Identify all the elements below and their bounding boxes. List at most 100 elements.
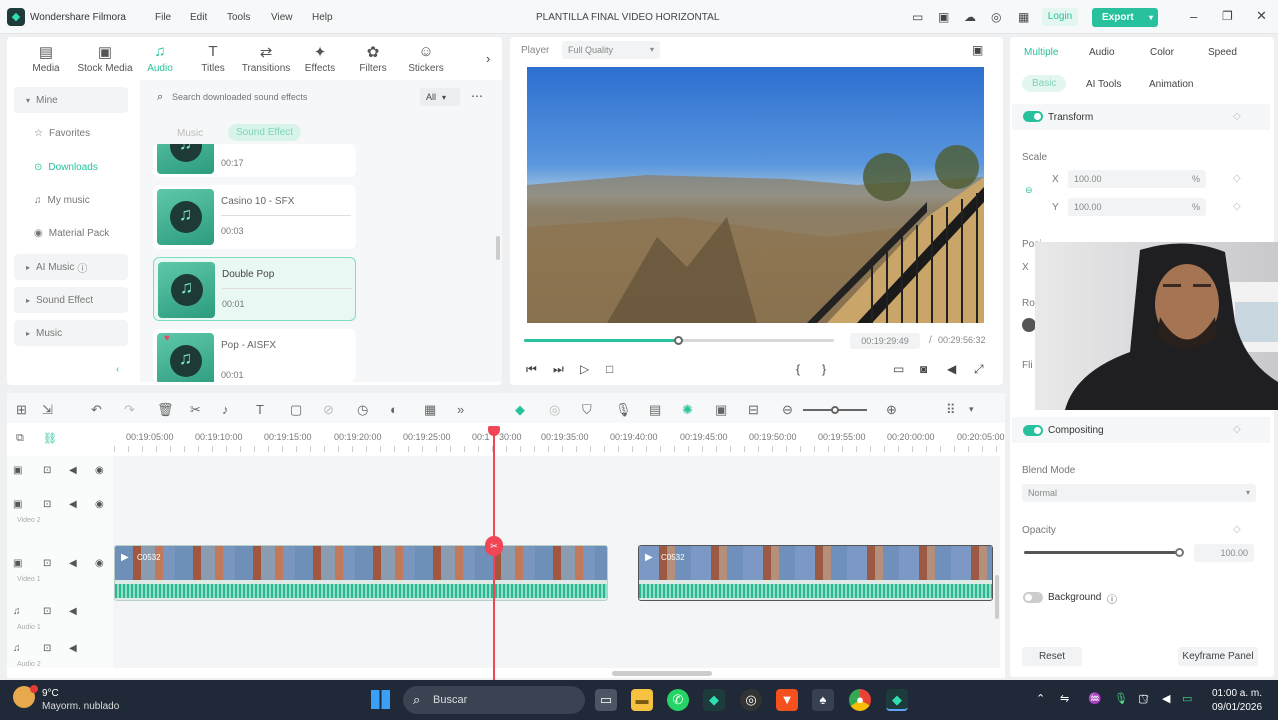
clock-time[interactable]: 01:00 a. m. — [1212, 688, 1262, 699]
filter-select[interactable]: All ▾ — [420, 88, 460, 106]
tab-multiple[interactable]: Multiple — [1024, 47, 1058, 58]
menu-file[interactable]: File — [155, 12, 171, 23]
task-view-icon[interactable]: ▭ — [595, 689, 617, 711]
support-icon[interactable]: ◎ — [991, 10, 1001, 24]
file-explorer-icon[interactable]: ▬ — [631, 689, 653, 711]
layout-icon[interactable]: ▭ — [912, 10, 923, 24]
speed-icon[interactable]: ◷ — [357, 402, 368, 418]
opacity-slider-handle[interactable] — [1175, 548, 1184, 557]
color-icon[interactable]: ◐ — [390, 402, 398, 417]
blend-mode-select[interactable]: Normal ▾ — [1022, 484, 1256, 502]
sidebar-item-favorites[interactable]: ☆ Favorites — [22, 120, 136, 146]
tray-app-icon[interactable]: ⇋ — [1060, 692, 1069, 705]
reset-button[interactable]: Reset — [1022, 647, 1082, 666]
menu-help[interactable]: Help — [312, 12, 333, 23]
list-item-selected[interactable]: ♫ Double Pop 00:01 — [153, 257, 356, 321]
subtab-ai-tools[interactable]: AI Tools — [1086, 79, 1121, 90]
weather-temp[interactable]: 9°C — [42, 688, 59, 699]
opacity-field[interactable]: 100.00 — [1194, 544, 1254, 562]
obs-icon[interactable]: ◎ — [740, 689, 762, 711]
tray-mic-icon[interactable]: 🎙 — [1114, 692, 1128, 705]
fullscreen-icon[interactable]: ⤢ — [974, 362, 984, 377]
eye-icon[interactable]: ◉ — [95, 558, 104, 569]
add-track-icon[interactable]: ⧉ — [16, 432, 24, 445]
sidebar-ai-music[interactable]: ▸ AI Music ⓘ — [14, 254, 128, 280]
windows-start-icon[interactable] — [371, 690, 390, 709]
sidebar-item-material-pack[interactable]: ◉ Material Pack — [22, 220, 136, 246]
keyframe-icon[interactable]: ◇ — [1233, 524, 1241, 535]
stop-icon[interactable]: □ — [606, 362, 613, 376]
sidebar-item-downloads[interactable]: ⊙ Downloads — [22, 154, 136, 180]
opacity-slider[interactable] — [1024, 548, 1184, 557]
link-icon[interactable]: ⛓ — [43, 432, 57, 445]
sidebar-sound-effect[interactable]: ▸ Sound Effect — [14, 287, 128, 313]
battery-icon[interactable]: ▭ — [1182, 692, 1192, 705]
keyframe-icon[interactable]: ◇ — [1233, 424, 1241, 435]
compositing-toggle[interactable] — [1023, 425, 1043, 436]
folder-icon[interactable]: ⊡ — [43, 465, 51, 476]
grid-view-icon[interactable]: ⠿ — [946, 402, 956, 418]
mute-icon[interactable]: ◀ — [69, 499, 77, 510]
more-icon[interactable]: ⋯ — [471, 89, 483, 103]
undo-icon[interactable]: ↶ — [91, 402, 102, 418]
tab-transitions[interactable]: ⇄ Transitions — [238, 43, 294, 74]
search-input[interactable] — [172, 88, 412, 106]
camera-icon[interactable]: ◙ — [920, 362, 927, 376]
chevron-right-icon[interactable]: › — [486, 51, 490, 66]
filmora-taskbar-icon[interactable]: ◆ — [703, 689, 725, 711]
collapse-icon[interactable]: ‹ — [116, 364, 119, 375]
scale-x-field[interactable]: 100.00% — [1068, 170, 1206, 188]
marker-icon[interactable]: ◆ — [515, 402, 525, 418]
background-toggle[interactable] — [1023, 592, 1043, 603]
mark-out-icon[interactable]: } — [822, 362, 826, 376]
rotate-dial[interactable] — [1022, 318, 1036, 332]
playhead-handle[interactable] — [674, 336, 683, 345]
subtab-basic[interactable]: Basic — [1022, 75, 1067, 92]
minimize-icon[interactable]: – — [1190, 9, 1197, 24]
subtab-sound-effect[interactable]: Sound Effect — [228, 124, 302, 141]
zoom-slider[interactable] — [803, 406, 867, 414]
playback-progress-track[interactable] — [524, 336, 834, 345]
menu-edit[interactable]: Edit — [190, 12, 207, 23]
mic-icon[interactable]: 🎙 — [615, 402, 632, 418]
audio-edit-icon[interactable]: ♪ — [222, 402, 229, 417]
text-icon[interactable]: T — [256, 402, 264, 417]
login-button[interactable]: Login — [1042, 8, 1078, 26]
tray-wifi-app-icon[interactable]: ♒ — [1088, 692, 1102, 705]
wifi-icon[interactable]: ⌔ — [1140, 692, 1150, 706]
subtab-music[interactable]: Music — [177, 128, 203, 139]
cloud-icon[interactable]: ☁ — [964, 10, 976, 24]
redo-icon[interactable]: ↷ — [124, 402, 135, 418]
zoom-in-icon[interactable]: ⊕ — [886, 402, 897, 418]
chevron-down-icon[interactable]: ▾ — [969, 404, 974, 415]
layout-grid-icon[interactable]: ⊞ — [16, 402, 27, 418]
tab-effects[interactable]: ✦ Effects — [292, 43, 348, 74]
transform-toggle[interactable] — [1023, 111, 1043, 122]
zoom-out-icon[interactable]: ⊖ — [782, 402, 793, 418]
ai-icon[interactable]: ✺ — [682, 402, 693, 418]
prev-frame-icon[interactable]: ⏮ — [526, 362, 537, 377]
mute-icon[interactable]: ◀ — [69, 643, 77, 654]
close-icon[interactable]: ✕ — [1256, 8, 1267, 24]
list-item[interactable]: ♫ Casino 10 - SFX 00:03 — [153, 185, 356, 249]
list-item[interactable]: ♫ 00:17 — [153, 144, 356, 177]
eye-icon[interactable]: ◉ — [95, 499, 104, 510]
brave-icon[interactable]: ▼ — [776, 689, 798, 711]
shield-icon[interactable]: ⛉ — [582, 402, 592, 418]
tab-titles[interactable]: T Titles — [185, 43, 241, 74]
tab-audio[interactable]: ♫ Audio — [132, 43, 188, 74]
split-screen-icon[interactable]: ⊟ — [748, 402, 759, 418]
snapshot-icon[interactable]: ▣ — [972, 43, 983, 57]
folder-icon[interactable]: ⊡ — [43, 558, 51, 569]
voiceover-icon[interactable]: ▤ — [649, 402, 661, 418]
display-icon[interactable]: ▭ — [893, 362, 904, 376]
sidebar-mine[interactable]: ▾ Mine — [14, 87, 128, 113]
delete-icon[interactable]: 🗑 — [157, 402, 174, 418]
tab-color[interactable]: Color — [1150, 47, 1174, 58]
maximize-icon[interactable]: ❐ — [1222, 9, 1233, 23]
render-icon[interactable]: ▦ — [424, 402, 436, 418]
scissors-marker-icon[interactable]: ✂ — [485, 536, 503, 556]
link-icon[interactable]: ⊖ — [1025, 185, 1033, 196]
grid-icon[interactable]: ▦ — [1018, 10, 1029, 24]
next-frame-icon[interactable]: ⏭ — [553, 362, 564, 377]
